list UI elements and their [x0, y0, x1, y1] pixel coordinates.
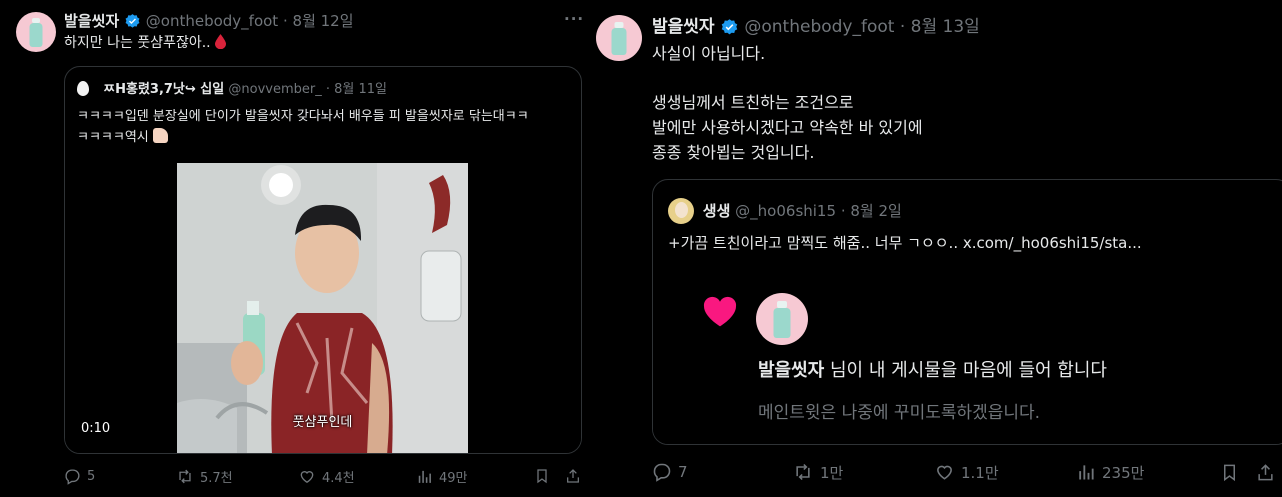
quote-header: ㅉH홍렸3,7낫↪ 십일 @novvember_ · 8월 11일 — [77, 81, 387, 99]
views-chart-icon — [418, 470, 431, 483]
bookmark-button[interactable] — [1220, 462, 1239, 483]
post-text-line: 사실이 아닙니다. — [652, 44, 766, 63]
quote-text: +가끔 트친이라고 맘찍도 해줌.. 너무 ㄱㅇㅇ.. x.com/_ho06s… — [668, 234, 1142, 252]
separator-dot: · — [282, 12, 288, 30]
reply-count: 5 — [87, 468, 96, 484]
notification-message: 님이 내 게시물을 마음에 들어 합니다 — [824, 360, 1107, 381]
action-bar: 5 5.7천 4.4천 49만 — [64, 466, 584, 486]
quote-header: 생생 @_ho06shi15 · 8월 2일 — [668, 198, 902, 224]
thumbs-up-icon — [152, 128, 168, 143]
notification-avatar — [756, 293, 808, 345]
separator-dot: · — [899, 17, 906, 37]
notification-subtext: 메인트윗은 나중에 꾸미도록하겠읍니다. — [758, 403, 1041, 423]
post-header: 발을씻자 @onthebody_foot · 8월 13일 — [652, 16, 980, 38]
like-button[interactable]: 1.1만 — [934, 462, 999, 483]
post-text-body: 하지만 나는 풋샴푸잖아.. — [64, 35, 211, 51]
author-name[interactable]: 발을씻자 — [64, 12, 119, 30]
quote-date[interactable]: 8월 11일 — [334, 82, 387, 97]
action-bar: 7 1만 1.1만 235만 — [652, 461, 1276, 483]
more-options-icon[interactable]: ··· — [564, 10, 584, 28]
quote-avatar-face — [675, 202, 688, 218]
repost-icon — [796, 463, 810, 481]
heart-icon — [300, 470, 314, 483]
post-header: 발을씻자 @onthebody_foot · 8월 12일 — [64, 11, 354, 31]
notification-text: 발을씻자 님이 내 게시물을 마음에 들어 합니다 — [758, 359, 1107, 383]
avatar[interactable] — [16, 12, 56, 52]
reply-icon — [65, 468, 80, 485]
post-text-line: 발에만 사용하시겠다고 약속한 바 있기에 — [652, 118, 923, 137]
embedded-notification: 발을씻자 님이 내 게시물을 마음에 들어 합니다 메인트윗은 나중에 꾸미도록… — [653, 268, 1282, 444]
author-handle[interactable]: @onthebody_foot — [146, 12, 278, 30]
quote-text-line-2-body: ㅋㅋㅋㅋ역시 — [77, 130, 149, 145]
bookmark-button[interactable] — [534, 467, 550, 485]
like-count: 4.4천 — [322, 470, 355, 486]
post-text-line: 종종 찾아뵙는 것입니다. — [652, 143, 815, 162]
quote-avatar[interactable] — [668, 198, 694, 224]
repost-icon — [179, 469, 191, 483]
blood-drop-icon — [215, 34, 227, 50]
like-count: 1.1만 — [961, 463, 999, 482]
reply-icon — [653, 463, 671, 482]
post-text-line: 생생님께서 트친하는 조건으로 — [652, 93, 854, 112]
repost-count: 1만 — [820, 463, 844, 482]
repost-button[interactable]: 5.7천 — [176, 467, 233, 486]
quote-author-name[interactable]: ㅉH홍렸3,7낫↪ 십일 — [103, 82, 224, 97]
share-button[interactable] — [1256, 462, 1275, 483]
video-frame: 풋샴푸인데 — [177, 163, 468, 453]
quote-text-line-1: ㅋㅋㅋㅋ입덴 분장실에 단이가 발을씻자 갖다놔서 배우들 피 발을씻자로 닦는… — [77, 109, 529, 124]
like-button[interactable]: 4.4천 — [298, 467, 355, 486]
bottle-cap — [777, 301, 787, 308]
bottle-icon — [611, 28, 627, 55]
reply-count: 7 — [678, 463, 688, 481]
repost-button[interactable]: 1만 — [792, 462, 843, 483]
quote-text-line-2: ㅋㅋㅋㅋ역시 — [77, 128, 168, 148]
separator-dot: · — [840, 202, 846, 220]
video-caption: 풋샴푸인데 — [292, 415, 353, 430]
reply-button[interactable]: 5 — [64, 468, 95, 485]
views-button[interactable]: 235만 — [1076, 462, 1144, 483]
bottle-icon — [29, 23, 43, 47]
share-button[interactable] — [565, 467, 581, 485]
views-count: 235만 — [1102, 463, 1145, 482]
share-icon — [1258, 463, 1273, 480]
heart-filled-icon — [703, 296, 737, 327]
quote-date[interactable]: 8월 2일 — [850, 202, 901, 220]
video-timestamp: 0:10 — [81, 421, 111, 436]
egg-avatar-icon — [77, 81, 89, 96]
verified-badge-icon — [125, 14, 140, 28]
post-date[interactable]: 8월 12일 — [293, 12, 354, 30]
quoted-post[interactable]: 생생 @_ho06shi15 · 8월 2일 +가끔 트친이라고 맘찍도 해줌.… — [652, 179, 1282, 445]
post-left[interactable]: 발을씻자 @onthebody_foot · 8월 12일 ··· 하지만 나는… — [0, 0, 600, 497]
reply-button[interactable]: 7 — [652, 462, 688, 482]
views-button[interactable]: 49만 — [416, 467, 468, 486]
bottle-icon — [773, 308, 791, 338]
notification-name: 발을씻자 — [758, 360, 825, 381]
share-icon — [567, 469, 579, 483]
quote-author-handle[interactable]: @novvember_ — [228, 82, 321, 97]
post-date[interactable]: 8월 13일 — [911, 17, 980, 37]
quote-author-handle[interactable]: @_ho06shi15 — [735, 202, 836, 220]
quote-author-name[interactable]: 생생 — [703, 202, 731, 220]
repost-count: 5.7천 — [200, 470, 233, 486]
quoted-post[interactable]: ㅉH홍렸3,7낫↪ 십일 @novvember_ · 8월 11일 ㅋㅋㅋㅋ입덴… — [64, 66, 582, 454]
views-chart-icon — [1079, 465, 1094, 480]
verified-badge-icon — [721, 18, 738, 34]
post-text: 하지만 나는 풋샴푸잖아.. — [64, 33, 227, 53]
video-player[interactable]: 풋샴푸인데 0:10 — [65, 163, 581, 453]
bookmark-icon — [1223, 464, 1236, 481]
bookmark-icon — [537, 469, 547, 484]
views-count: 49만 — [439, 470, 468, 486]
post-right[interactable]: 발을씻자 @onthebody_foot · 8월 13일 사실이 아닙니다. … — [594, 0, 1282, 497]
author-handle[interactable]: @onthebody_foot — [744, 17, 894, 37]
avatar[interactable] — [596, 15, 642, 61]
separator-dot: · — [325, 82, 330, 97]
heart-icon — [937, 465, 952, 480]
author-name[interactable]: 발을씻자 — [652, 17, 715, 37]
